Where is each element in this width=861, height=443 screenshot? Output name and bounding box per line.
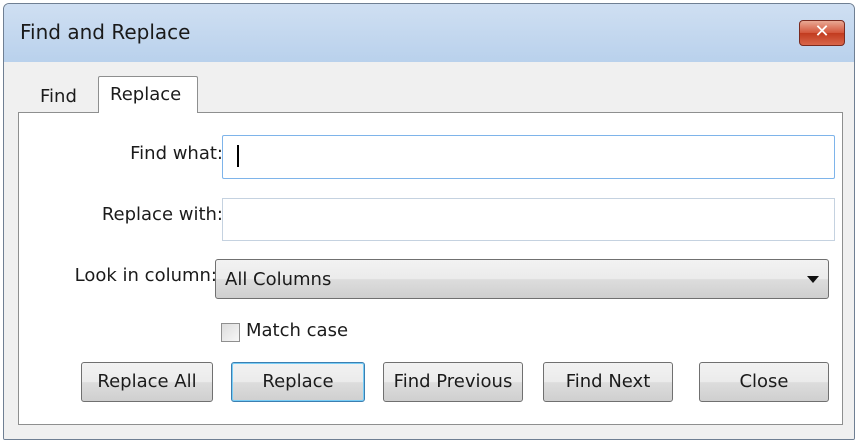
find-replace-dialog: Find and Replace ✕ Find Replace Find wha… xyxy=(3,3,855,440)
dropdown-arrow-icon[interactable] xyxy=(807,276,819,283)
replace-tab-panel: Find what: Replace with: Look in column:… xyxy=(18,112,843,425)
match-case-label[interactable]: Match case xyxy=(246,320,348,341)
replace-with-label: Replace with: xyxy=(101,204,223,225)
find-previous-button[interactable]: Find Previous xyxy=(383,362,523,402)
close-icon: ✕ xyxy=(814,21,830,42)
text-caret xyxy=(237,145,239,167)
close-button[interactable]: Close xyxy=(699,362,829,402)
title-bar[interactable]: Find and Replace ✕ xyxy=(4,4,854,63)
replace-all-button[interactable]: Replace All xyxy=(81,362,213,402)
window-title: Find and Replace xyxy=(20,20,191,44)
find-next-button[interactable]: Find Next xyxy=(543,362,673,402)
look-in-column-label: Look in column: xyxy=(74,265,217,286)
tab-find[interactable]: Find xyxy=(26,80,96,112)
replace-button[interactable]: Replace xyxy=(231,362,365,402)
window-close-button[interactable]: ✕ xyxy=(799,20,845,46)
replace-with-input[interactable] xyxy=(222,198,835,241)
look-in-column-value: All Columns xyxy=(225,269,332,290)
match-case-checkbox[interactable] xyxy=(221,323,240,342)
tab-replace[interactable]: Replace xyxy=(98,76,198,113)
look-in-column-select[interactable]: All Columns xyxy=(215,259,829,299)
dialog-client-area: Find Replace Find what: Replace with: Lo… xyxy=(4,62,854,439)
find-what-input[interactable] xyxy=(222,135,835,179)
find-what-label: Find what: xyxy=(130,143,223,164)
